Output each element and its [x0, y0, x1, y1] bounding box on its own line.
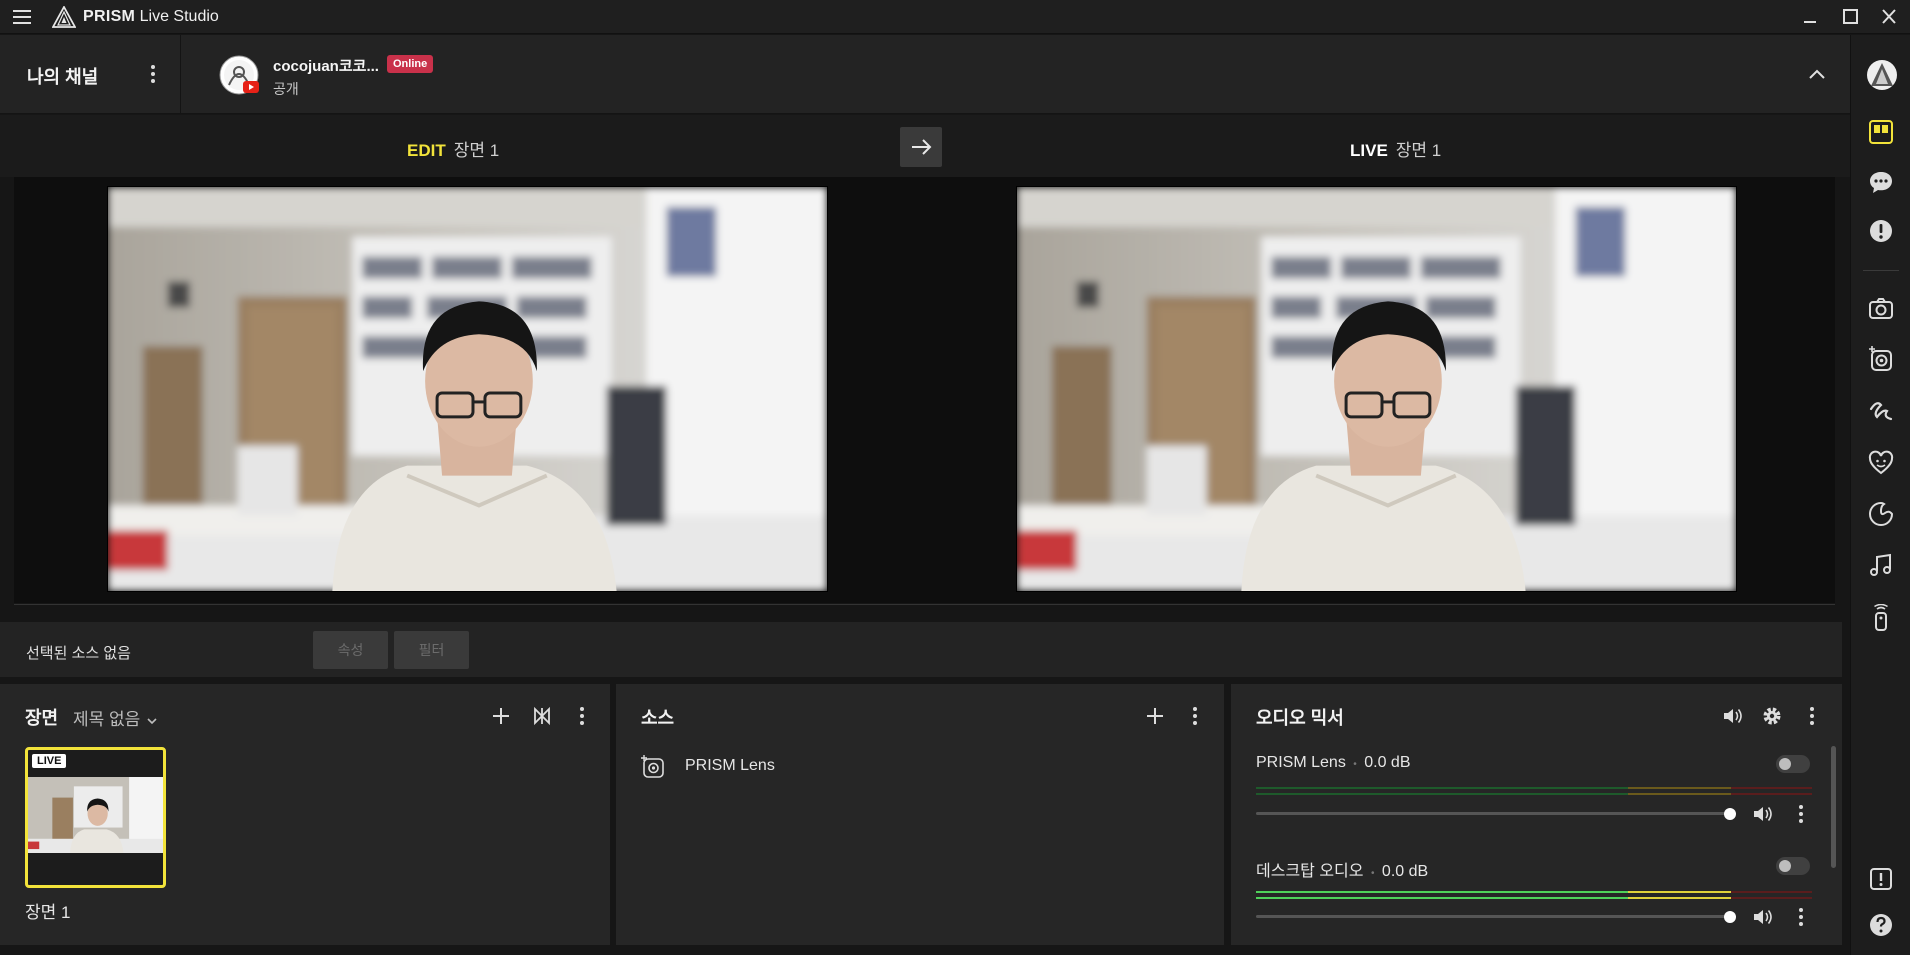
- mute-speaker-icon[interactable]: [1750, 802, 1774, 826]
- channel-bar: 나의 채널 cocojuan코코... Online 공개: [0, 35, 1850, 114]
- source-item-prism-lens[interactable]: PRISM Lens: [640, 752, 1040, 782]
- layout-icon[interactable]: [1867, 118, 1895, 146]
- right-sidebar: [1850, 35, 1910, 955]
- notice-icon[interactable]: [1867, 865, 1895, 893]
- volume-slider[interactable]: [1256, 911, 1736, 923]
- sources-title: 소스: [641, 708, 675, 728]
- edit-tag: EDIT: [407, 141, 446, 160]
- status-badge: Online: [387, 55, 434, 73]
- volume-slider[interactable]: [1256, 808, 1736, 820]
- prism-lens-icon: [641, 755, 664, 778]
- my-channel-title: 나의 채널: [27, 67, 99, 87]
- audio-channel-name: 데스크탑 오디오: [1256, 863, 1364, 880]
- prism-logo-icon: [52, 6, 76, 28]
- audio-channel-1-header: PRISM Lens • 0.0 dB: [1256, 754, 1411, 772]
- mute-speaker-icon[interactable]: [1750, 905, 1774, 929]
- live-chip: LIVE: [32, 754, 67, 768]
- gear-icon[interactable]: [1760, 704, 1784, 728]
- lens-icon[interactable]: [1867, 345, 1895, 373]
- profile-avatar-icon[interactable]: [1866, 59, 1898, 91]
- live-preview-video[interactable]: [1016, 186, 1737, 592]
- scenes-title-text: 장면: [25, 708, 59, 728]
- separator-dot: •: [1370, 868, 1375, 879]
- scene-preview-image: [28, 777, 163, 853]
- camera-icon[interactable]: [1867, 294, 1895, 322]
- edit-label: EDIT 장면 1: [407, 136, 499, 161]
- minimize-icon[interactable]: [1795, 4, 1825, 30]
- app-title-brand: PRISM: [83, 8, 136, 25]
- source-props-bar: 선택된 소스 없음 속성 필터: [0, 622, 1842, 677]
- filter-button[interactable]: 필터: [394, 631, 469, 669]
- kebab-menu-icon[interactable]: [1789, 905, 1813, 929]
- audio-mixer-title: 오디오 믹서: [1256, 708, 1344, 728]
- chevron-up-icon[interactable]: [1805, 63, 1829, 87]
- transition-button[interactable]: [900, 127, 942, 167]
- sources-panel: 소스 PRISM Lens: [616, 684, 1224, 945]
- kebab-menu-icon[interactable]: [1789, 802, 1813, 826]
- no-source-selected: 선택된 소스 없음: [26, 645, 131, 662]
- kebab-menu-icon[interactable]: [1183, 704, 1207, 728]
- divider: [1863, 270, 1899, 271]
- preview-canvas: [14, 177, 1835, 603]
- kebab-menu-icon[interactable]: [145, 62, 161, 86]
- music-icon[interactable]: [1867, 551, 1895, 579]
- app-title-rest: Live Studio: [139, 8, 219, 25]
- audio-channel-db: 0.0 dB: [1364, 754, 1411, 771]
- live-tag: LIVE: [1350, 141, 1388, 160]
- edit-scene-name: 장면 1: [453, 141, 500, 160]
- scene-item-label: 장면 1: [25, 903, 71, 922]
- theme-icon[interactable]: [1867, 500, 1895, 528]
- scenes-panel: 장면 제목 없음 LIVE 장면 1: [0, 684, 610, 945]
- app-title: PRISM Live Studio: [83, 8, 219, 26]
- chevron-down-icon: [147, 717, 157, 724]
- maximize-icon[interactable]: [1835, 4, 1865, 30]
- audio-channel-toggle[interactable]: [1776, 755, 1810, 773]
- channel-privacy: 공개: [273, 81, 299, 97]
- title-bar: PRISM Live Studio: [0, 0, 1910, 34]
- audio-level-meter: [1256, 787, 1812, 795]
- add-scene-icon[interactable]: [489, 704, 513, 728]
- source-item-label: PRISM Lens: [685, 757, 775, 774]
- audio-channel-toggle[interactable]: [1776, 857, 1810, 875]
- chat-icon[interactable]: [1867, 168, 1895, 196]
- scene-collection-name: 제목 없음: [73, 710, 141, 729]
- alert-icon[interactable]: [1867, 217, 1895, 245]
- audio-channel-name: PRISM Lens: [1256, 754, 1346, 771]
- audio-mixer-panel: 오디오 믹서 PRISM Lens • 0.0 dB 데스크탑 오디오 • 0.…: [1231, 684, 1842, 945]
- sticker-icon[interactable]: [1867, 449, 1895, 477]
- separator-dot: •: [1353, 759, 1357, 770]
- camera-feed-image: [108, 187, 827, 591]
- kebab-menu-icon[interactable]: [570, 704, 594, 728]
- remote-icon[interactable]: [1867, 604, 1895, 632]
- divider: [14, 604, 1835, 605]
- scene-thumbnail[interactable]: LIVE: [25, 747, 166, 888]
- kebab-menu-icon[interactable]: [1800, 704, 1824, 728]
- live-label: LIVE 장면 1: [1350, 136, 1441, 161]
- hamburger-icon[interactable]: [10, 5, 34, 29]
- divider: [180, 35, 181, 114]
- scrollbar[interactable]: [1831, 746, 1836, 868]
- help-icon[interactable]: [1867, 911, 1895, 939]
- speaker-icon[interactable]: [1720, 704, 1744, 728]
- arrow-right-icon: [912, 139, 932, 155]
- properties-button[interactable]: 속성: [313, 631, 388, 669]
- audio-level-meter: [1256, 891, 1812, 899]
- scene-collection-dropdown[interactable]: 제목 없음: [73, 705, 159, 730]
- audio-channel-2-header: 데스크탑 오디오 • 0.0 dB: [1256, 857, 1428, 881]
- scenes-title: 장면: [25, 704, 58, 730]
- live-scene-name: 장면 1: [1395, 141, 1442, 160]
- close-icon[interactable]: [1874, 4, 1904, 30]
- preview-header: EDIT 장면 1 LIVE 장면 1: [0, 115, 1850, 177]
- camera-feed-image: [1017, 187, 1736, 591]
- audio-channel-db: 0.0 dB: [1381, 863, 1429, 880]
- add-source-icon[interactable]: [1143, 704, 1167, 728]
- channel-name: cocojuan코코...: [273, 58, 379, 75]
- channel-avatar[interactable]: [219, 55, 263, 97]
- edit-preview-video[interactable]: [107, 186, 828, 592]
- transition-settings-icon[interactable]: [530, 704, 554, 728]
- drawing-icon[interactable]: [1867, 397, 1895, 425]
